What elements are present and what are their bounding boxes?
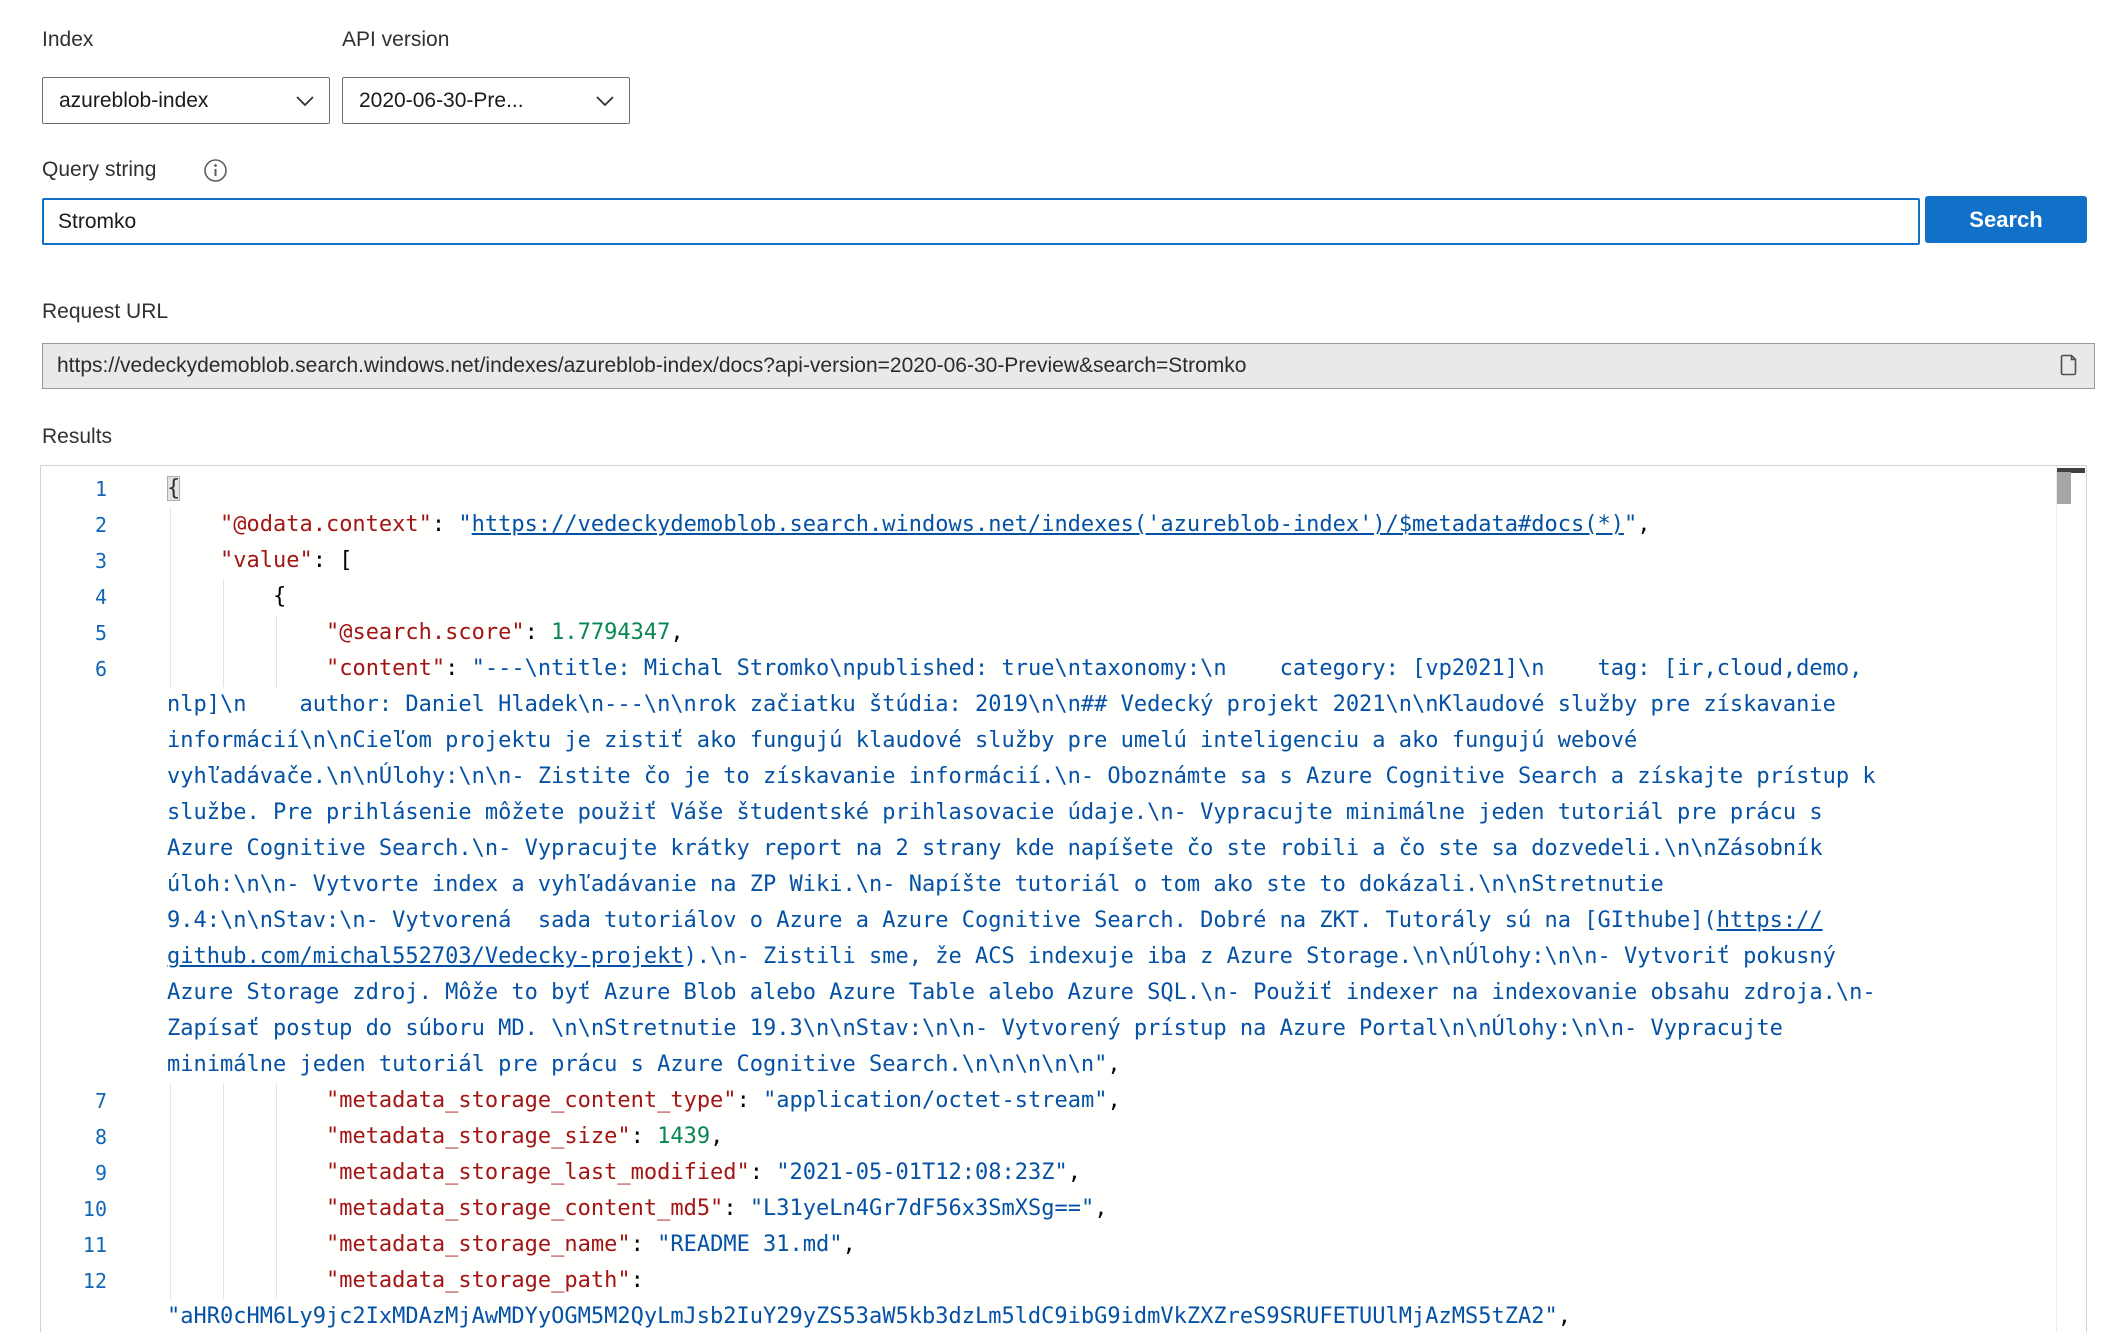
line-number xyxy=(41,723,107,759)
line-number: 8 xyxy=(41,1119,107,1155)
code-text: vyhľadávače.\n\nÚlohy:\n\n- Zistite čo j… xyxy=(107,759,2056,795)
code-row: informácií\n\nCieľom projektu je zistiť … xyxy=(41,723,2056,759)
results-rows: 1{2 "@odata.context": "https://vedeckyde… xyxy=(41,471,2056,1332)
line-number xyxy=(41,831,107,867)
api-version-dropdown-value: 2020-06-30-Pre... xyxy=(359,89,595,113)
code-text: github.com/michal552703/Vedecky-projekt)… xyxy=(107,939,2056,975)
line-number xyxy=(41,903,107,939)
code-text: "metadata_storage_last_modified": "2021-… xyxy=(107,1155,2056,1191)
code-text: "metadata_storage_content_md5": "L31yeLn… xyxy=(107,1191,2056,1227)
code-row: 12 "metadata_storage_path": xyxy=(41,1263,2056,1299)
line-number: 3 xyxy=(41,543,107,579)
code-text: Azure Cognitive Search.\n- Vypracujte kr… xyxy=(107,831,2056,867)
request-url-label: Request URL xyxy=(42,300,168,324)
line-number: 4 xyxy=(41,579,107,615)
code-text: úloh:\n\n- Vytvorte index a vyhľadávanie… xyxy=(107,867,2056,903)
code-row: 9.4:\n\nStav:\n- Vytvorená sada tutoriál… xyxy=(41,903,2056,939)
chevron-down-icon xyxy=(595,95,615,107)
code-text: Azure Storage zdroj. Môže to byť Azure B… xyxy=(107,975,2056,1011)
code-row: Azure Storage zdroj. Môže to byť Azure B… xyxy=(41,975,2056,1011)
code-text: { xyxy=(107,579,2056,615)
line-number xyxy=(41,1299,107,1332)
code-text: "@search.score": 1.7794347, xyxy=(107,615,2056,651)
code-text: "metadata_storage_size": 1439, xyxy=(107,1119,2056,1155)
line-number: 5 xyxy=(41,615,107,651)
line-number xyxy=(41,1047,107,1083)
code-row: nlp]\n author: Daniel Hladek\n---\n\nrok… xyxy=(41,687,2056,723)
overview-ruler xyxy=(2056,466,2086,1332)
line-number: 9 xyxy=(41,1155,107,1191)
chevron-down-icon xyxy=(295,95,315,107)
code-text: "content": "---\ntitle: Michal Stromko\n… xyxy=(107,651,2056,687)
code-row: 7 "metadata_storage_content_type": "appl… xyxy=(41,1083,2056,1119)
code-row: Zapísať postup do súboru MD. \n\nStretnu… xyxy=(41,1011,2056,1047)
line-number xyxy=(41,975,107,1011)
code-row: službe. Pre prihlásenie môžete použiť Vá… xyxy=(41,795,2056,831)
line-number: 2 xyxy=(41,507,107,543)
code-text: "@odata.context": "https://vedeckydemobl… xyxy=(107,507,2056,543)
code-row: vyhľadávače.\n\nÚlohy:\n\n- Zistite čo j… xyxy=(41,759,2056,795)
line-number xyxy=(41,1011,107,1047)
code-text: službe. Pre prihlásenie môžete použiť Vá… xyxy=(107,795,2056,831)
code-row: 1{ xyxy=(41,471,2056,507)
code-text: "metadata_storage_path": xyxy=(107,1263,2056,1299)
line-number: 12 xyxy=(41,1263,107,1299)
code-row: 8 "metadata_storage_size": 1439, xyxy=(41,1119,2056,1155)
code-row: 3 "value": [ xyxy=(41,543,2056,579)
index-label: Index xyxy=(42,28,93,52)
line-number xyxy=(41,687,107,723)
line-number: 1 xyxy=(41,471,107,507)
code-row: 4 { xyxy=(41,579,2056,615)
code-text: informácií\n\nCieľom projektu je zistiť … xyxy=(107,723,2056,759)
code-row: Azure Cognitive Search.\n- Vypracujte kr… xyxy=(41,831,2056,867)
copy-icon[interactable] xyxy=(2052,350,2082,382)
code-row: 9 "metadata_storage_last_modified": "202… xyxy=(41,1155,2056,1191)
code-row: github.com/michal552703/Vedecky-projekt)… xyxy=(41,939,2056,975)
api-version-label: API version xyxy=(342,28,449,52)
code-row: 10 "metadata_storage_content_md5": "L31y… xyxy=(41,1191,2056,1227)
code-text: 9.4:\n\nStav:\n- Vytvorená sada tutoriál… xyxy=(107,903,2056,939)
results-label: Results xyxy=(42,425,112,449)
line-number xyxy=(41,867,107,903)
code-row: "aHR0cHM6Ly9jc2IxMDAzMjAwMDYyOGM5M2QyLmJ… xyxy=(41,1299,2056,1332)
code-text: "value": [ xyxy=(107,543,2056,579)
code-row: minimálne jeden tutoriál pre prácu s Azu… xyxy=(41,1047,2056,1083)
code-text: { xyxy=(107,471,2056,507)
code-text: "metadata_storage_name": "README 31.md", xyxy=(107,1227,2056,1263)
line-number: 10 xyxy=(41,1191,107,1227)
code-row: 11 "metadata_storage_name": "README 31.m… xyxy=(41,1227,2056,1263)
index-dropdown[interactable]: azureblob-index xyxy=(42,77,330,124)
line-number xyxy=(41,795,107,831)
query-string-input[interactable] xyxy=(42,198,1920,245)
request-url-value: https://vedeckydemoblob.search.windows.n… xyxy=(57,354,2052,378)
vertical-scrollbar[interactable] xyxy=(2057,472,2071,504)
line-number: 7 xyxy=(41,1083,107,1119)
index-dropdown-value: azureblob-index xyxy=(59,89,295,113)
code-text: "metadata_storage_content_type": "applic… xyxy=(107,1083,2056,1119)
code-text: nlp]\n author: Daniel Hladek\n---\n\nrok… xyxy=(107,687,2056,723)
line-number: 6 xyxy=(41,651,107,687)
code-text: minimálne jeden tutoriál pre prácu s Azu… xyxy=(107,1047,2056,1083)
results-editor[interactable]: 1{2 "@odata.context": "https://vedeckyde… xyxy=(40,465,2087,1332)
search-explorer-page: Index azureblob-index API version 2020-0… xyxy=(0,0,2124,1332)
code-row: úloh:\n\n- Vytvorte index a vyhľadávanie… xyxy=(41,867,2056,903)
code-text: "aHR0cHM6Ly9jc2IxMDAzMjAwMDYyOGM5M2QyLmJ… xyxy=(107,1299,2056,1332)
search-button[interactable]: Search xyxy=(1925,196,2087,243)
api-version-dropdown[interactable]: 2020-06-30-Pre... xyxy=(342,77,630,124)
line-number xyxy=(41,759,107,795)
line-number xyxy=(41,939,107,975)
line-number: 11 xyxy=(41,1227,107,1263)
code-row: 2 "@odata.context": "https://vedeckydemo… xyxy=(41,507,2056,543)
query-string-label: Query string xyxy=(42,158,156,182)
info-icon[interactable] xyxy=(203,158,228,183)
code-row: 6 "content": "---\ntitle: Michal Stromko… xyxy=(41,651,2056,687)
code-row: 5 "@search.score": 1.7794347, xyxy=(41,615,2056,651)
code-text: Zapísať postup do súboru MD. \n\nStretnu… xyxy=(107,1011,2056,1047)
request-url-field: https://vedeckydemoblob.search.windows.n… xyxy=(42,343,2095,389)
